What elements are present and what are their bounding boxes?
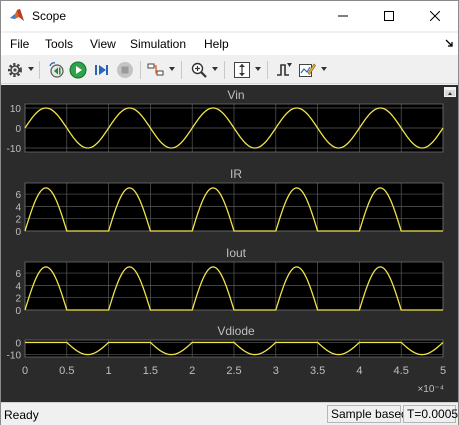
x-tick-label: 4	[356, 365, 362, 377]
status-bar: Ready Sample based T=0.0005	[1, 402, 458, 425]
dropdown-icon[interactable]	[255, 67, 261, 72]
title-bar[interactable]: Scope	[1, 1, 458, 31]
style-edit-icon[interactable]	[298, 61, 316, 79]
plot-title: Vdiode	[217, 324, 255, 338]
menu-file[interactable]: File	[10, 37, 29, 51]
plot-title: Iout	[226, 246, 247, 260]
toolbar-separator	[181, 61, 182, 79]
y-tick-label: 6	[15, 190, 21, 201]
close-icon	[430, 11, 440, 21]
chevron-arrow-icon[interactable]	[444, 38, 454, 48]
scope-window: Scope File Tools View Simulation Help 10…	[0, 0, 459, 425]
dropdown-icon[interactable]	[169, 67, 175, 72]
x-tick-label: 3.5	[310, 365, 325, 377]
dropdown-icon[interactable]	[28, 67, 34, 72]
y-tick-label: -10	[7, 144, 22, 155]
y-tick-label: 2	[15, 294, 21, 305]
y-tick-label: 0	[15, 124, 21, 135]
y-tick-label: 4	[15, 202, 21, 213]
undock-icon[interactable]	[444, 87, 456, 97]
menu-bar: File Tools View Simulation Help	[1, 33, 458, 55]
menu-tools[interactable]: Tools	[45, 37, 73, 51]
plot-title: Vin	[227, 88, 244, 102]
toolbar	[1, 56, 458, 84]
x-tick-label: 1.5	[143, 365, 158, 377]
dropdown-icon[interactable]	[321, 67, 327, 72]
x-tick-label: 1	[106, 365, 112, 377]
run-icon[interactable]	[69, 61, 87, 79]
y-tick-label: 6	[15, 269, 21, 280]
trigger-icon[interactable]	[275, 61, 293, 79]
status-time: T=0.0005	[403, 405, 458, 423]
y-tick-label: 4	[15, 281, 21, 292]
close-button[interactable]	[412, 1, 458, 31]
scope-plots[interactable]: 100-10Vin6420IR6420Iout0-10Vdiode0 0.5 1 1.…	[1, 85, 458, 402]
toolbar-separator	[39, 61, 40, 79]
y-tick-label: 2	[15, 215, 21, 226]
status-mode: Sample based	[327, 405, 408, 423]
y-tick-label: 0	[15, 227, 21, 238]
y-tick-label: 10	[10, 104, 22, 115]
gear-icon[interactable]	[6, 61, 24, 79]
y-tick-label: -10	[7, 351, 22, 362]
menu-simulation[interactable]: Simulation	[130, 37, 186, 51]
x-tick-label: 3	[273, 365, 279, 377]
toolbar-separator	[267, 61, 268, 79]
minimize-icon	[338, 15, 348, 17]
step-back-icon[interactable]	[47, 61, 65, 79]
x-tick-label: 2.5	[226, 365, 241, 377]
menu-view[interactable]: View	[90, 37, 116, 51]
y-tick-label: 0	[15, 306, 21, 317]
signal-select-icon[interactable]	[147, 61, 165, 79]
minimize-button[interactable]	[320, 1, 366, 31]
toolbar-separator	[140, 61, 141, 79]
status-state: Ready	[4, 408, 39, 422]
stop-icon[interactable]	[116, 61, 134, 79]
x-axis-multiplier: ×10⁻⁴	[417, 384, 444, 395]
fit-axes-icon[interactable]	[233, 61, 251, 79]
window-title: Scope	[32, 9, 67, 23]
y-tick-label: 0	[15, 338, 21, 349]
menu-help[interactable]: Help	[204, 37, 229, 51]
x-tick-label: 4.5	[394, 365, 409, 377]
zoom-icon[interactable]	[190, 61, 208, 79]
toolbar-separator	[224, 61, 225, 79]
matlab-logo-icon	[10, 9, 24, 21]
maximize-icon	[384, 11, 394, 21]
maximize-button[interactable]	[366, 1, 412, 31]
step-forward-icon[interactable]	[93, 61, 111, 79]
x-tick-label: 5	[440, 365, 446, 377]
x-tick-label: 0	[22, 365, 28, 377]
x-tick-label: 2	[189, 365, 195, 377]
plot-title: IR	[230, 167, 242, 181]
dropdown-icon[interactable]	[212, 67, 218, 72]
x-tick-label: 0.5	[59, 365, 74, 377]
